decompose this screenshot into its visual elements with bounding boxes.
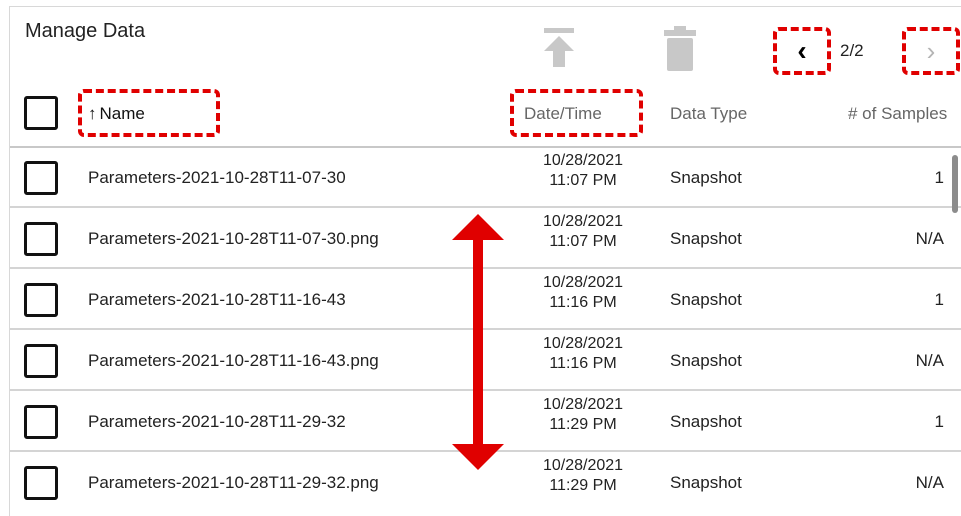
time-text: 11:16 PM <box>549 355 617 372</box>
trash-icon[interactable] <box>663 25 697 73</box>
date-time-cell: 10/28/2021 11:16 PM <box>518 334 648 374</box>
data-type-cell: Snapshot <box>670 290 742 309</box>
file-name: Parameters-2021-10-28T11-16-43.png <box>88 351 379 370</box>
highlight-name-header <box>78 89 220 137</box>
column-header-data-type[interactable]: Data Type <box>670 104 747 124</box>
page-title: Manage Data <box>25 20 146 42</box>
time-text: 11:16 PM <box>549 294 617 311</box>
date-time-cell: 10/28/2021 11:07 PM <box>518 212 648 252</box>
date-text: 10/28/2021 <box>542 457 624 474</box>
file-name: Parameters-2021-10-28T11-07-30 <box>88 168 346 187</box>
time-text: 11:07 PM <box>549 233 617 250</box>
date-text: 10/28/2021 <box>542 396 624 413</box>
file-name: Parameters-2021-10-28T11-16-43 <box>88 290 346 309</box>
highlight-next-page <box>902 27 960 75</box>
samples-cell: 1 <box>934 412 944 431</box>
file-name: Parameters-2021-10-28T11-07-30.png <box>88 229 379 248</box>
table-row[interactable]: Parameters-2021-10-28T11-07-30 10/28/202… <box>10 148 961 208</box>
samples-cell: N/A <box>915 351 944 370</box>
data-type-cell: Snapshot <box>670 412 742 431</box>
select-all-checkbox[interactable] <box>24 96 58 130</box>
upload-icon[interactable] <box>542 27 576 71</box>
date-time-cell: 10/28/2021 11:29 PM <box>518 456 648 496</box>
row-checkbox[interactable] <box>24 466 58 500</box>
data-type-cell: Snapshot <box>670 168 742 187</box>
samples-cell: N/A <box>915 473 944 492</box>
samples-cell: N/A <box>915 229 944 248</box>
file-name: Parameters-2021-10-28T11-29-32.png <box>88 473 379 492</box>
row-checkbox[interactable] <box>24 344 58 378</box>
time-text: 11:29 PM <box>549 477 617 494</box>
date-text: 10/28/2021 <box>542 335 624 352</box>
time-text: 11:29 PM <box>549 416 617 433</box>
date-text: 10/28/2021 <box>542 152 624 169</box>
row-checkbox[interactable] <box>24 222 58 256</box>
samples-cell: 1 <box>934 168 944 187</box>
column-header-samples[interactable]: # of Samples <box>848 104 947 124</box>
page-indicator: 2/2 <box>840 41 864 60</box>
time-text: 11:07 PM <box>549 172 617 189</box>
date-text: 10/28/2021 <box>542 213 624 230</box>
manage-data-panel: Manage Data ‹ 2/2 › ↑ Name Date/Time Dat… <box>9 6 961 516</box>
data-type-cell: Snapshot <box>670 229 742 248</box>
data-type-cell: Snapshot <box>670 473 742 492</box>
date-time-cell: 10/28/2021 11:16 PM <box>518 273 648 313</box>
highlight-previous-page <box>773 27 831 75</box>
highlight-date-time-header <box>510 89 643 137</box>
samples-cell: 1 <box>934 290 944 309</box>
row-checkbox[interactable] <box>24 405 58 439</box>
date-time-cell: 10/28/2021 11:29 PM <box>518 395 648 435</box>
vertical-scrollbar[interactable] <box>952 155 958 213</box>
scroll-direction-arrow-icon <box>452 214 504 470</box>
row-checkbox[interactable] <box>24 161 58 195</box>
file-name: Parameters-2021-10-28T11-29-32 <box>88 412 346 431</box>
date-text: 10/28/2021 <box>542 274 624 291</box>
data-type-cell: Snapshot <box>670 351 742 370</box>
date-time-cell: 10/28/2021 11:07 PM <box>518 151 648 191</box>
row-checkbox[interactable] <box>24 283 58 317</box>
